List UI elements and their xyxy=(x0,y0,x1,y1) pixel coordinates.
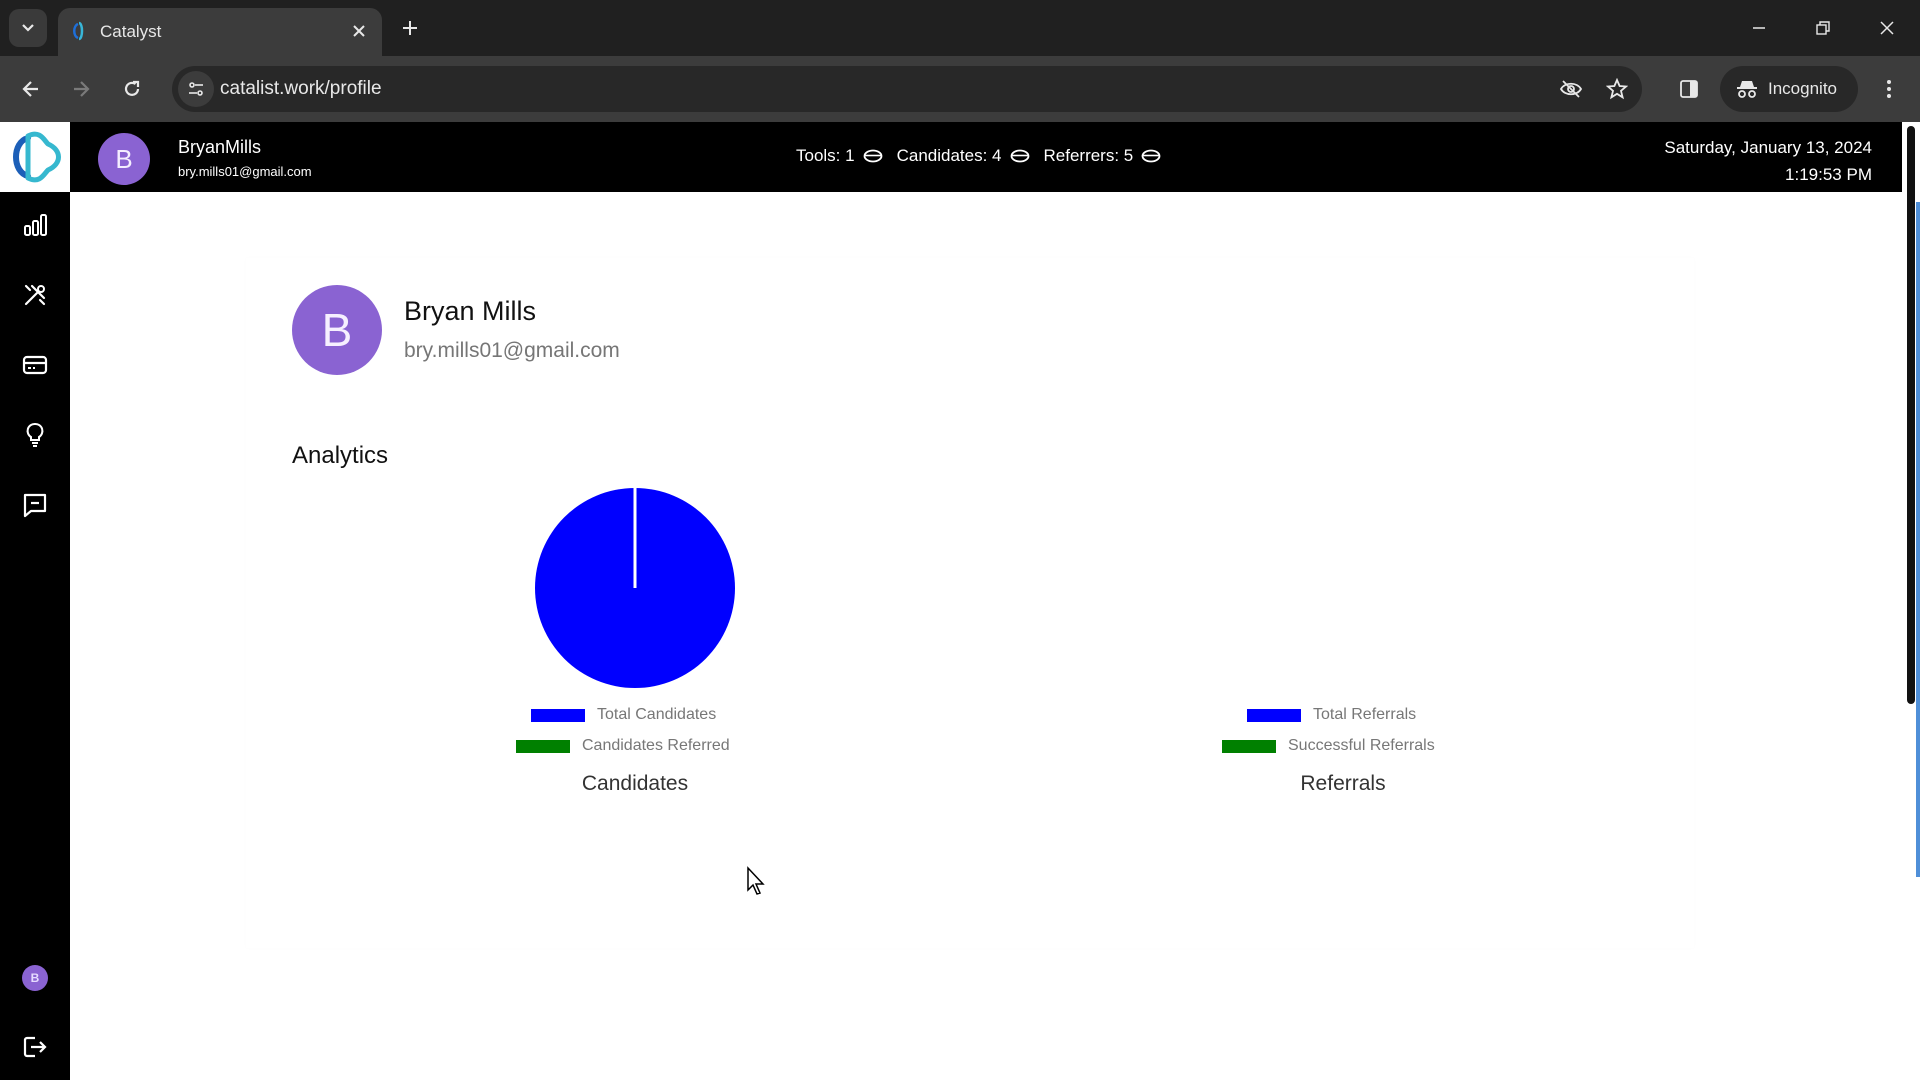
chat-icon xyxy=(23,493,47,518)
tools-credit-label: Tools: 1 xyxy=(796,146,855,165)
tools-credit: Tools: 1 xyxy=(796,146,883,166)
app: B B BryanMills bry.mills01@gmail.com Too… xyxy=(0,122,1920,1080)
legend-label: Candidates Referred xyxy=(582,737,730,754)
referrers-credit: Referrers: 5 xyxy=(1044,146,1162,166)
profile-name: Bryan Mills xyxy=(404,296,537,326)
chevron-down-icon xyxy=(22,24,34,32)
app-header: B BryanMills bry.mills01@gmail.com Tools… xyxy=(70,122,1902,192)
back-button[interactable] xyxy=(15,73,47,105)
legend-swatch-candidates-referred xyxy=(516,739,570,753)
side-panel-button[interactable] xyxy=(1675,75,1703,103)
catalyst-logo-icon xyxy=(13,131,61,183)
legend-label: Successful Referrals xyxy=(1288,737,1435,754)
browser-toolbar: catalist.work/profile Incognito xyxy=(0,56,1920,122)
browser-tab[interactable]: Catalyst xyxy=(58,8,382,56)
forward-button[interactable] xyxy=(65,73,97,105)
coin-icon xyxy=(1141,149,1161,163)
logout-icon xyxy=(23,1036,47,1058)
browser-menu-button[interactable] xyxy=(1876,73,1902,105)
minimize-button[interactable] xyxy=(1744,14,1774,42)
reload-button[interactable] xyxy=(116,73,148,105)
sidebar-item-messages[interactable] xyxy=(20,490,50,520)
tune-icon xyxy=(189,82,203,96)
profile-avatar: B xyxy=(292,285,382,375)
reload-icon xyxy=(124,80,140,96)
restore-button[interactable] xyxy=(1808,14,1838,42)
profile-page: B Bryan Mills bry.mills01@gmail.com Anal… xyxy=(70,192,1902,1080)
eye-off-icon xyxy=(1559,80,1583,98)
profile-email: bry.mills01@gmail.com xyxy=(404,339,620,362)
header-email: bry.mills01@gmail.com xyxy=(178,164,312,179)
tab-list-button[interactable] xyxy=(9,9,47,47)
mouse-cursor xyxy=(747,866,765,895)
sidebar: B xyxy=(0,122,70,1080)
referrals-chart: Total Referrals Successful Referrals Ref… xyxy=(1133,482,1553,842)
sidebar-item-analytics[interactable] xyxy=(20,210,50,240)
header-date: Saturday, January 13, 2024 xyxy=(1664,138,1872,157)
referrers-credit-label: Referrers: 5 xyxy=(1043,146,1134,165)
side-panel-icon xyxy=(1680,80,1698,98)
tools-icon xyxy=(24,284,46,306)
candidates-credit: Candidates: 4 xyxy=(897,146,1030,166)
scrollbar-thumb[interactable] xyxy=(1907,126,1915,704)
site-info-button[interactable] xyxy=(178,71,214,107)
legend-item[interactable]: Candidates Referred xyxy=(516,737,730,755)
minimize-icon xyxy=(1753,27,1765,29)
legend-item[interactable]: Successful Referrals xyxy=(1222,737,1435,755)
header-username: BryanMills xyxy=(178,137,262,157)
coin-icon xyxy=(1010,149,1029,163)
close-icon xyxy=(353,25,365,37)
bar-chart-icon xyxy=(24,214,47,236)
incognito-label: Incognito xyxy=(1768,79,1837,98)
page-scrollbar[interactable] xyxy=(1902,122,1920,1080)
app-logo[interactable] xyxy=(0,122,70,192)
incognito-icon xyxy=(1737,81,1757,98)
candidates-chart: Total Candidates Candidates Referred Can… xyxy=(425,482,845,842)
header-avatar[interactable]: B xyxy=(98,133,150,185)
plus-icon xyxy=(403,21,417,35)
candidates-credit-label: Candidates: 4 xyxy=(896,146,1002,165)
kebab-menu-icon xyxy=(1887,80,1891,98)
coin-icon xyxy=(863,149,882,163)
legend-item[interactable]: Total Candidates xyxy=(531,706,716,724)
sidebar-item-billing[interactable] xyxy=(20,350,50,380)
header-time: 1:19:53 PM xyxy=(1785,165,1872,184)
referrals-pie xyxy=(1133,482,1553,702)
tracking-protection-button[interactable] xyxy=(1558,77,1584,101)
bookmark-button[interactable] xyxy=(1604,77,1630,101)
legend-label: Total Referrals xyxy=(1313,706,1417,723)
new-tab-button[interactable] xyxy=(396,14,424,42)
incognito-indicator[interactable]: Incognito xyxy=(1720,66,1858,112)
arrow-right-icon xyxy=(74,81,90,97)
credit-card-icon xyxy=(22,355,48,375)
analytics-title: Analytics xyxy=(292,442,389,469)
close-tab-button[interactable] xyxy=(348,20,370,42)
address-bar[interactable]: catalist.work/profile xyxy=(172,66,1642,112)
arrow-left-icon xyxy=(22,81,38,97)
logout-button[interactable] xyxy=(20,1032,50,1062)
star-icon xyxy=(1606,78,1628,100)
url-text[interactable]: catalist.work/profile xyxy=(220,78,382,100)
sidebar-user-avatar[interactable]: B xyxy=(22,965,48,991)
legend-swatch-total-referrals xyxy=(1247,708,1301,722)
chart-title: Candidates xyxy=(581,772,689,795)
catalyst-logo-icon xyxy=(73,21,84,41)
page-edge-accent xyxy=(1916,202,1920,877)
legend-swatch-successful-referrals xyxy=(1222,739,1276,753)
credit-stats: Tools: 1 Candidates: 4 Referrers: 5 xyxy=(796,146,1161,166)
close-window-button[interactable] xyxy=(1872,14,1902,42)
sidebar-item-ideas[interactable] xyxy=(20,420,50,450)
sidebar-item-tools[interactable] xyxy=(20,280,50,310)
lightbulb-icon xyxy=(26,423,44,447)
browser-tab-strip: Catalyst xyxy=(0,0,1920,56)
close-icon xyxy=(1880,21,1894,35)
chart-title: Referrals xyxy=(1300,772,1386,795)
legend-label: Total Candidates xyxy=(597,706,717,723)
legend-swatch-total-candidates xyxy=(531,708,585,722)
header-datetime: Saturday, January 13, 2024 1:19:53 PM xyxy=(1664,134,1872,188)
candidates-pie xyxy=(535,488,735,688)
legend-item[interactable]: Total Referrals xyxy=(1247,706,1416,724)
tab-title: Catalyst xyxy=(100,22,162,41)
restore-icon xyxy=(1816,21,1830,35)
